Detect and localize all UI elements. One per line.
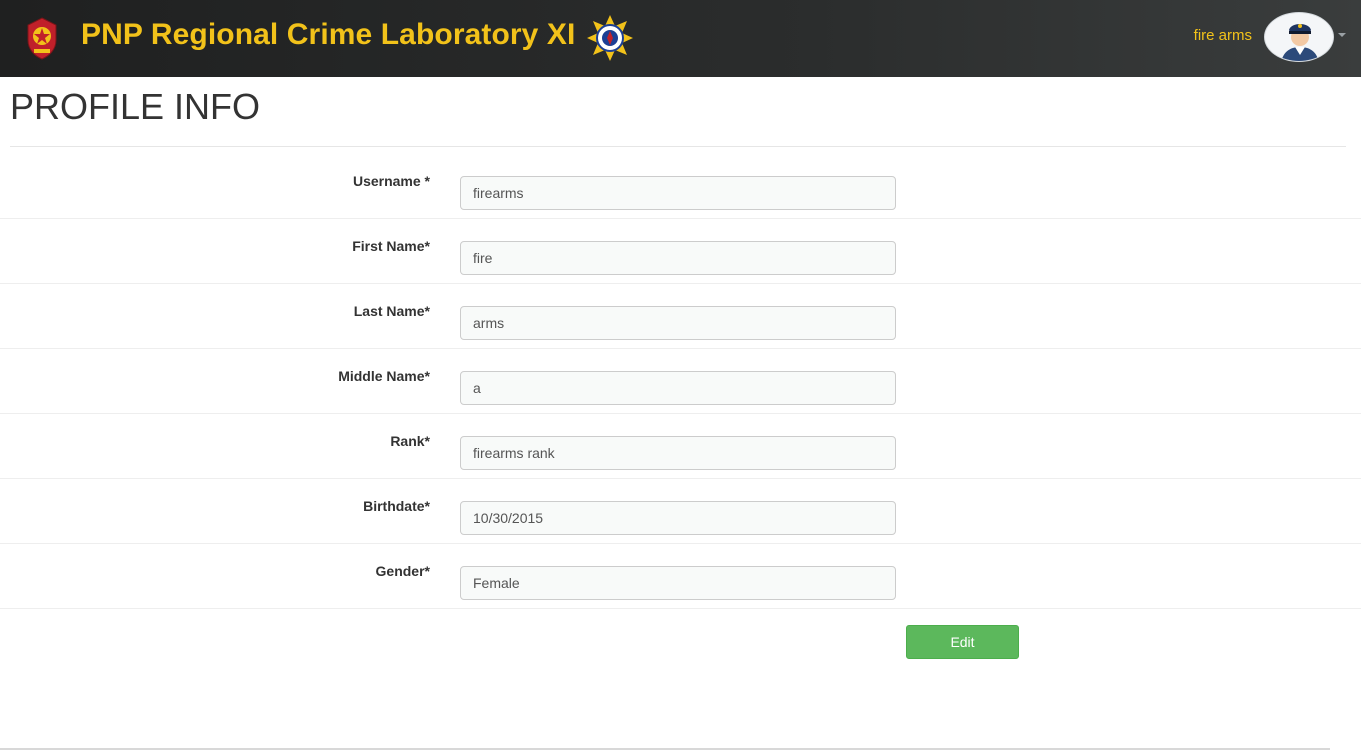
crime-lab-badge-icon (587, 15, 633, 61)
edit-button[interactable]: Edit (906, 625, 1019, 659)
birthdate-label: Birthdate* (363, 498, 430, 514)
birthdate-row: Birthdate* (0, 479, 1361, 544)
middle-name-input[interactable] (460, 371, 896, 405)
title-divider (10, 146, 1346, 147)
user-avatar[interactable] (1264, 12, 1334, 62)
middle-name-label: Middle Name* (338, 368, 430, 384)
username-row: Username * (0, 154, 1361, 219)
last-name-row: Last Name* (0, 284, 1361, 349)
page-title: PROFILE INFO (10, 86, 261, 127)
middle-name-row: Middle Name* (0, 349, 1361, 414)
rank-label: Rank* (390, 433, 430, 449)
gender-label: Gender* (375, 563, 430, 579)
birthdate-input[interactable] (460, 501, 896, 535)
first-name-label: First Name* (352, 238, 430, 254)
rank-input[interactable] (460, 436, 896, 470)
first-name-input[interactable] (460, 241, 896, 275)
user-menu-name[interactable]: fire arms (1194, 27, 1252, 44)
app-title: PNP Regional Crime Laboratory XI (81, 18, 576, 51)
pnp-seal-icon (27, 17, 57, 60)
first-name-row: First Name* (0, 219, 1361, 284)
chevron-down-icon[interactable] (1338, 33, 1346, 37)
gender-row: Gender* (0, 544, 1361, 609)
username-input[interactable] (460, 176, 896, 210)
page-bottom-divider (0, 748, 1330, 750)
rank-row: Rank* (0, 414, 1361, 479)
username-label: Username * (352, 173, 430, 189)
last-name-input[interactable] (460, 306, 896, 340)
police-officer-avatar-icon (1281, 24, 1319, 61)
top-navbar: PNP Regional Crime Laboratory XI fire ar… (0, 0, 1361, 77)
gender-input[interactable] (460, 566, 896, 600)
last-name-label: Last Name* (353, 303, 430, 319)
